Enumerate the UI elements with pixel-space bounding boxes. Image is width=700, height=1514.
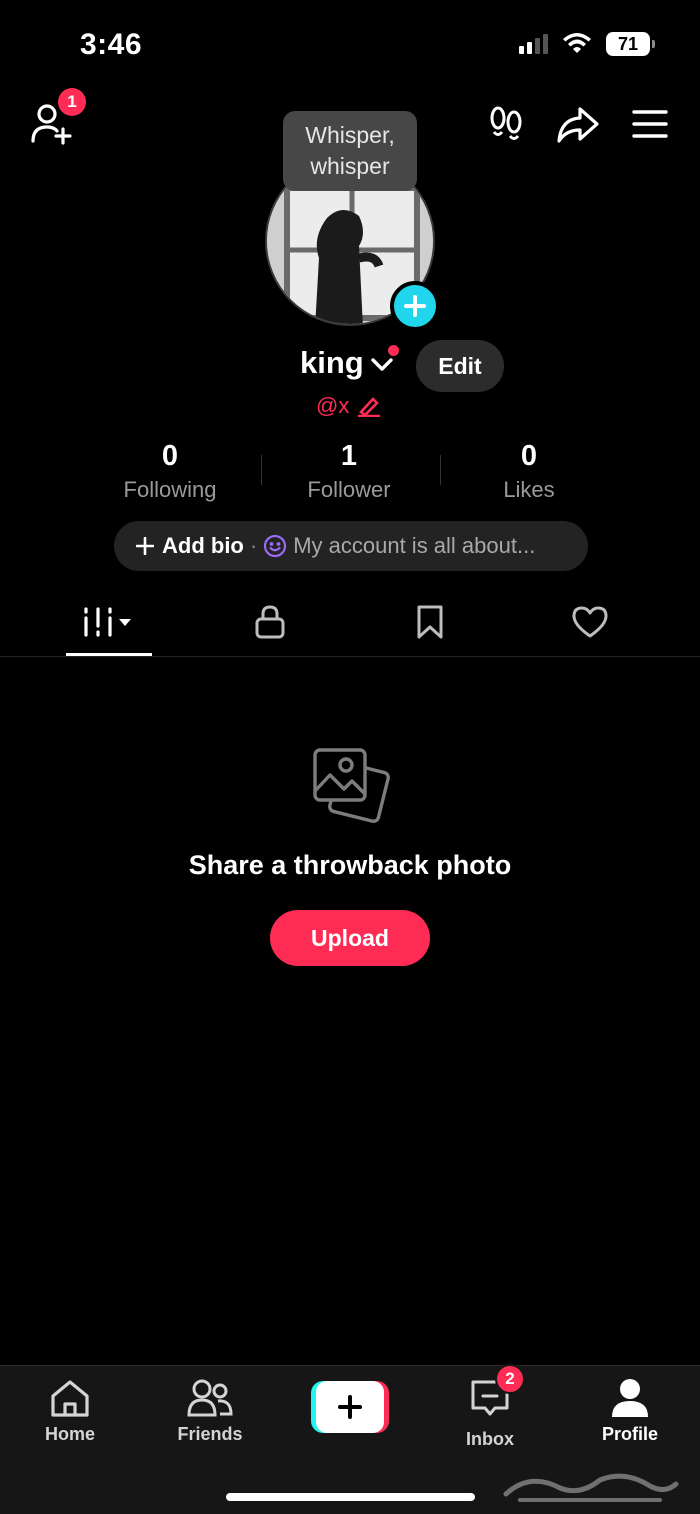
plus-icon (136, 537, 154, 555)
footprints-icon (490, 106, 522, 140)
friends-icon (187, 1379, 233, 1417)
empty-state-title: Share a throwback photo (188, 850, 512, 880)
stat-followers[interactable]: 1 Follower (259, 440, 439, 503)
bookmark-icon (417, 605, 443, 639)
battery-level: 71 (617, 33, 639, 54)
add-story-button[interactable] (390, 281, 440, 331)
upload-button[interactable]: Upload (270, 910, 430, 966)
new-indicator-dot (388, 345, 399, 356)
handle-row[interactable]: @x (316, 393, 381, 419)
status-indicators: 71 (519, 32, 655, 56)
follower-label: Follower (307, 477, 391, 502)
tab-videos[interactable] (66, 598, 152, 646)
likes-label: Likes (503, 477, 555, 502)
share-arrow-icon (557, 107, 599, 143)
pencil-icon (358, 397, 381, 417)
tooltip-text: Whisper, whisper (305, 122, 395, 179)
profile-handle: @x (316, 393, 350, 418)
menu-button[interactable] (630, 106, 670, 142)
following-count: 0 (161, 440, 179, 472)
add-bio-label: Add bio (162, 533, 244, 558)
nav-inbox-label: Inbox (466, 1429, 514, 1449)
nav-profile-label: Profile (601, 1424, 658, 1444)
edit-profile-button[interactable]: Edit (416, 340, 504, 392)
tab-favorites[interactable] (400, 598, 460, 646)
home-icon (51, 1380, 89, 1417)
bio-separator: · (249, 533, 258, 558)
nav-friends[interactable]: Friends (155, 1378, 265, 1445)
heart-icon (572, 606, 608, 638)
bottom-navigation: Home Friends 2 Inbox Profile (0, 1364, 700, 1514)
following-label: Following (123, 477, 217, 502)
plus-icon (404, 295, 426, 317)
status-time: 3:46 (80, 28, 143, 61)
share-profile-button[interactable] (555, 104, 601, 146)
inbox-badge: 2 (495, 1364, 525, 1394)
stat-following[interactable]: 0 Following (80, 440, 260, 503)
account-switcher[interactable]: king (300, 345, 399, 381)
tabs-divider (0, 656, 700, 657)
nav-home[interactable]: Home (15, 1378, 125, 1445)
watermark-logo (503, 1473, 679, 1502)
lock-icon (255, 605, 285, 639)
hamburger-menu-icon (632, 110, 668, 138)
plus-icon (338, 1395, 362, 1419)
profile-name: king (300, 345, 364, 380)
tab-private[interactable] (240, 598, 300, 646)
nav-friends-label: Friends (177, 1424, 243, 1444)
chevron-down-icon (371, 358, 393, 371)
tooltip-bubble: Whisper, whisper (283, 111, 417, 191)
bio-placeholder: My account is all about... (293, 533, 536, 558)
add-bio-button[interactable]: Add bio · My account is all about... (114, 521, 588, 571)
nav-home-label: Home (44, 1424, 95, 1444)
home-indicator (226, 1493, 475, 1501)
grid-videos-icon (84, 607, 131, 637)
notification-badge: 1 (58, 88, 86, 116)
profile-icon (612, 1379, 648, 1417)
tab-liked[interactable] (560, 598, 620, 646)
photos-icon (313, 748, 390, 823)
add-friends-button[interactable]: 1 (28, 88, 86, 146)
wifi-icon (563, 33, 591, 53)
likes-count: 0 (520, 440, 538, 472)
nav-profile[interactable]: Profile (575, 1378, 685, 1445)
follower-count: 1 (340, 440, 358, 472)
create-button[interactable] (311, 1381, 389, 1433)
smiley-icon (264, 534, 287, 558)
cellular-signal-icon (519, 34, 548, 54)
stat-likes[interactable]: 0 Likes (439, 440, 619, 503)
profile-views-button[interactable] (486, 104, 526, 146)
battery-indicator: 71 (606, 32, 655, 56)
nav-inbox[interactable]: 2 Inbox (435, 1364, 545, 1450)
inbox-icon-wrap: 2 (469, 1364, 525, 1423)
create-button-face (316, 1381, 384, 1433)
